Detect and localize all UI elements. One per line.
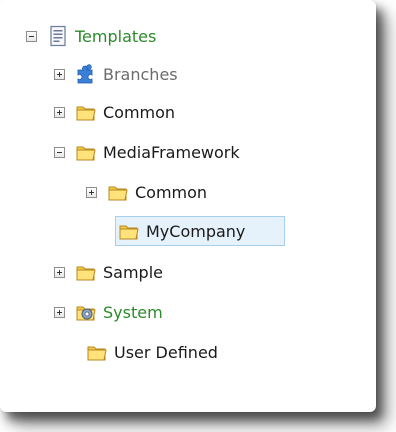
tree-node-common-child[interactable]: Common — [86, 178, 207, 206]
collapse-toggle[interactable] — [54, 146, 65, 158]
tree-node-label: Common — [135, 182, 208, 202]
gear-folder-icon — [75, 301, 97, 323]
puzzle-icon — [75, 63, 97, 85]
tree-node-label: User Defined — [114, 342, 218, 362]
tree-node-sample[interactable]: Sample — [54, 258, 163, 286]
tree-node-label: MyCompany — [146, 221, 246, 241]
folder-icon — [75, 101, 97, 123]
folder-icon — [75, 141, 97, 163]
collapse-toggle[interactable] — [26, 30, 37, 42]
expand-toggle[interactable] — [54, 106, 65, 118]
tree-node-label: Common — [103, 102, 176, 122]
tree-node-label: Sample — [103, 262, 163, 282]
folder-icon — [118, 220, 140, 242]
tree-node-user-defined[interactable]: User Defined — [86, 338, 218, 366]
expand-toggle[interactable] — [86, 186, 97, 198]
tree-node-label: MediaFramework — [103, 142, 240, 162]
expand-toggle[interactable] — [54, 306, 65, 318]
tree-node-label: System — [103, 302, 163, 322]
tree-node-label: Templates — [75, 26, 157, 46]
screenshot-stage: Templates Branches Common MediaFramework… — [0, 0, 396, 432]
tree-panel: Templates Branches Common MediaFramework… — [0, 0, 364, 400]
tree-node-templates[interactable]: Templates — [26, 22, 156, 50]
expand-toggle[interactable] — [54, 266, 65, 278]
template-icon — [47, 25, 69, 47]
folder-icon — [75, 261, 97, 283]
tree-node-common[interactable]: Common — [54, 98, 175, 126]
folder-icon — [86, 341, 108, 363]
tree-node-label: Branches — [103, 64, 178, 84]
tree-node-mediaframework[interactable]: MediaFramework — [54, 138, 240, 166]
tree-node-branches[interactable]: Branches — [54, 60, 178, 88]
folder-icon — [107, 181, 129, 203]
content-tree: Templates Branches Common MediaFramework… — [0, 0, 364, 400]
tree-node-system[interactable]: System — [54, 298, 163, 326]
expand-toggle[interactable] — [54, 68, 65, 80]
tree-node-mycompany[interactable]: MyCompany — [118, 217, 245, 245]
